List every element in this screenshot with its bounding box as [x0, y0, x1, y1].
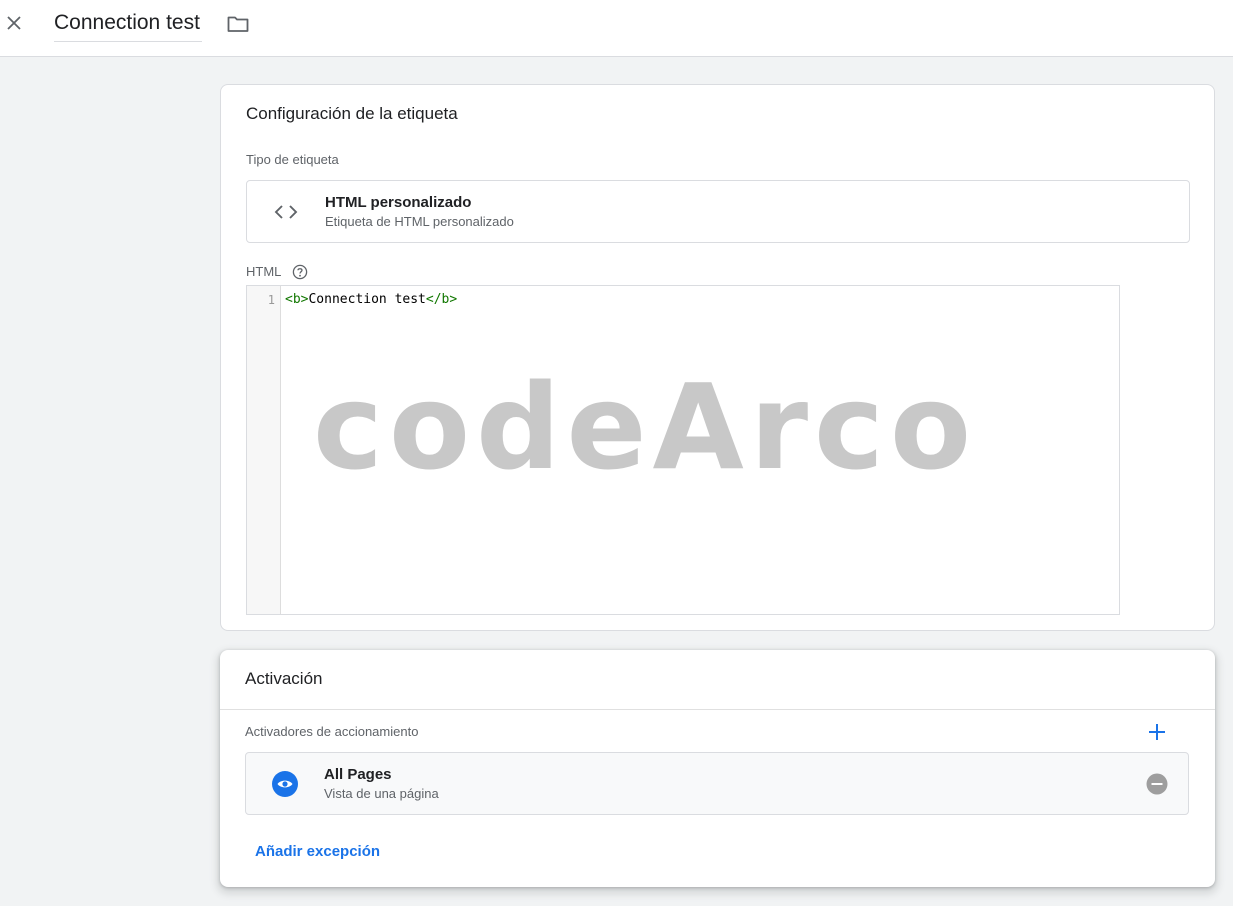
tag-configuration-card: Configuración de la etiqueta Tipo de eti… — [220, 84, 1215, 631]
page-title: Connection test — [54, 11, 200, 34]
help-icon[interactable] — [292, 264, 308, 280]
firing-triggers-label: Activadores de accionamiento — [245, 724, 419, 739]
trigger-description: Vista de una página — [324, 786, 439, 801]
html-label: HTML — [246, 264, 282, 279]
tag-type-name: HTML personalizado — [325, 194, 472, 211]
code-icon — [273, 199, 299, 225]
folder-icon — [227, 16, 249, 32]
tag-name-field[interactable]: Connection test — [54, 8, 202, 42]
close-button[interactable] — [3, 12, 25, 34]
code-text: Connection test — [308, 292, 426, 307]
code-close-tag: </b> — [425, 292, 458, 307]
close-icon — [7, 16, 21, 30]
card-title-triggering: Activación — [245, 669, 323, 688]
html-code-editor[interactable]: 1 <b>Connection test</b> codeArco — [246, 285, 1120, 615]
line-number: 1 — [267, 293, 275, 307]
card-title-configuration: Configuración de la etiqueta — [246, 104, 458, 123]
tag-type-label: Tipo de etiqueta — [246, 152, 339, 167]
add-trigger-button[interactable] — [1145, 720, 1169, 744]
remove-trigger-icon[interactable] — [1146, 773, 1168, 795]
tag-type-description: Etiqueta de HTML personalizado — [325, 214, 514, 229]
tag-type-selector[interactable]: HTML personalizado Etiqueta de HTML pers… — [246, 180, 1190, 243]
add-exception-link[interactable]: Añadir excepción — [255, 843, 380, 860]
trigger-item-all-pages[interactable]: All Pages Vista de una página — [245, 752, 1189, 815]
top-bar: Connection test — [0, 0, 1233, 57]
trigger-name: All Pages — [324, 766, 392, 783]
divider — [220, 709, 1215, 710]
watermark: codeArco — [313, 358, 978, 496]
eye-icon — [272, 771, 298, 797]
code-open-tag: <b> — [285, 292, 309, 307]
folder-button[interactable] — [226, 13, 250, 35]
plus-icon — [1149, 724, 1165, 740]
code-line[interactable]: <b>Connection test</b> — [285, 292, 457, 307]
editor-gutter: 1 — [247, 286, 281, 614]
triggering-card: Activación Activadores de accionamiento … — [220, 650, 1215, 887]
